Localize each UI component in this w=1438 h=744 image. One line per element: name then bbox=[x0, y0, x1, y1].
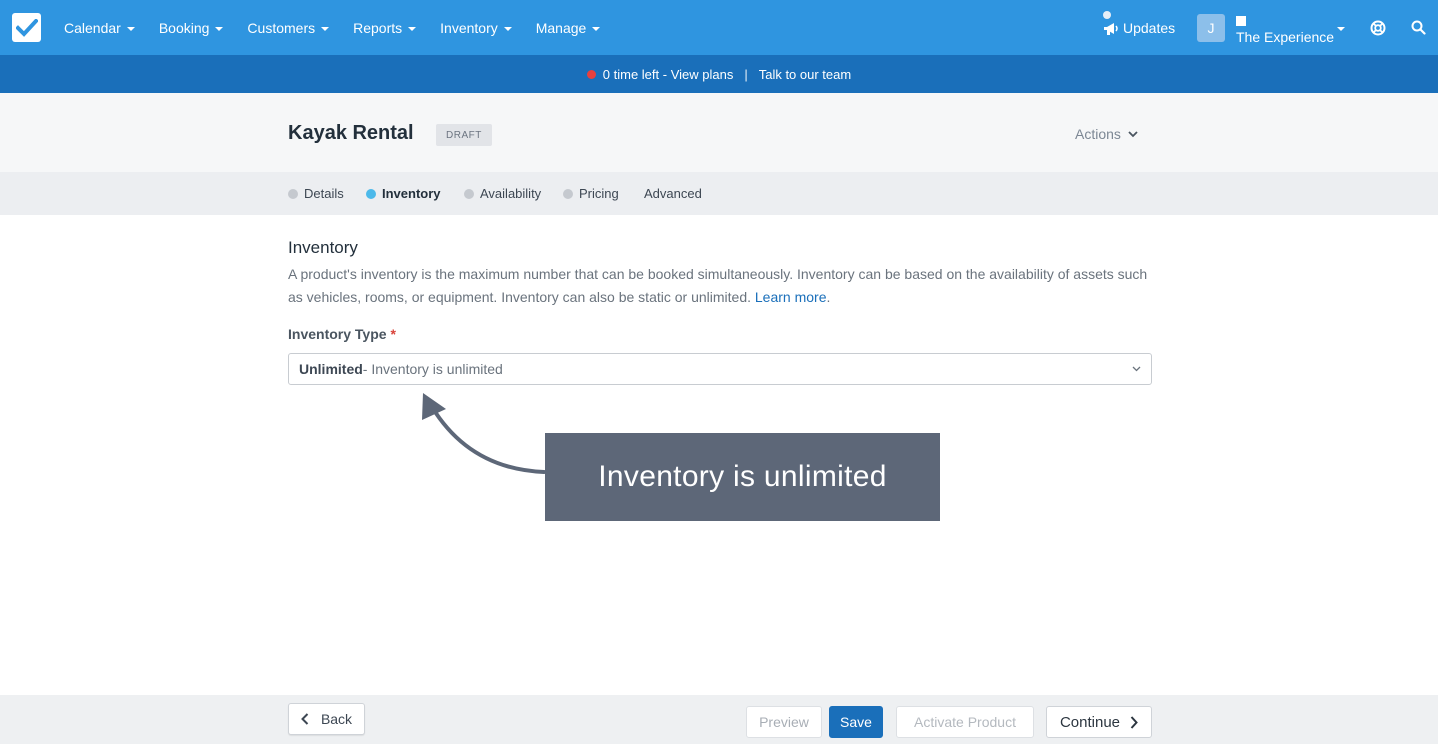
caret-down-icon bbox=[592, 26, 601, 31]
chevron-right-icon bbox=[1130, 715, 1138, 729]
nav-booking[interactable]: Booking bbox=[147, 0, 236, 55]
talk-to-team-link[interactable]: Talk to our team bbox=[759, 67, 852, 82]
step-status-icon bbox=[288, 188, 298, 199]
activate-product-button[interactable]: Activate Product bbox=[896, 706, 1034, 738]
annotation-arrow-icon bbox=[422, 393, 546, 474]
selected-option-description: - Inventory is unlimited bbox=[362, 361, 503, 377]
account-switcher[interactable]: The Experience bbox=[1236, 14, 1334, 45]
chevron-down-icon bbox=[1132, 366, 1141, 372]
section-title: Inventory bbox=[288, 238, 358, 257]
caret-down-icon bbox=[215, 26, 224, 31]
footer-action-bar: Back Preview Save Activate Product Conti… bbox=[0, 695, 1438, 744]
caret-down-icon bbox=[321, 26, 330, 31]
preview-button[interactable]: Preview bbox=[746, 706, 822, 738]
nav-calendar[interactable]: Calendar bbox=[52, 0, 147, 55]
section-description: A product's inventory is the maximum num… bbox=[288, 266, 1148, 305]
selected-option-name: Unlimited bbox=[299, 361, 363, 377]
app-logo[interactable] bbox=[12, 13, 41, 42]
search-icon[interactable] bbox=[1411, 20, 1426, 35]
chevron-down-icon bbox=[1128, 130, 1138, 137]
step-status-icon bbox=[563, 188, 573, 199]
view-plans-link[interactable]: 0 time left - View plans bbox=[603, 67, 734, 82]
account-logo-icon bbox=[1236, 16, 1246, 26]
learn-more-link[interactable]: Learn more bbox=[755, 289, 827, 305]
caret-down-icon bbox=[503, 26, 512, 31]
tab-details[interactable]: Details bbox=[288, 172, 344, 215]
tab-availability[interactable]: Availability bbox=[464, 172, 541, 215]
nav-reports[interactable]: Reports bbox=[341, 0, 428, 55]
product-steps: Details Inventory Availability Pricing A… bbox=[0, 172, 1438, 215]
notification-dot-icon bbox=[1103, 11, 1111, 19]
lifebuoy-help-icon[interactable] bbox=[1370, 20, 1386, 36]
caret-down-icon bbox=[408, 26, 417, 31]
megaphone-icon bbox=[1104, 22, 1118, 35]
required-marker: * bbox=[390, 326, 396, 342]
nav-inventory[interactable]: Inventory bbox=[428, 0, 524, 55]
top-navigation: Calendar Booking Customers Reports Inven… bbox=[0, 0, 1438, 55]
actions-dropdown[interactable]: Actions bbox=[1075, 126, 1138, 142]
step-status-icon bbox=[366, 188, 376, 199]
nav-customers[interactable]: Customers bbox=[235, 0, 341, 55]
step-status-icon bbox=[464, 188, 474, 199]
caret-down-icon[interactable] bbox=[1337, 27, 1345, 31]
updates-button[interactable]: Updates bbox=[1103, 0, 1175, 55]
back-button[interactable]: Back bbox=[288, 703, 365, 735]
inventory-type-select[interactable]: Unlimited - Inventory is unlimited bbox=[288, 353, 1152, 385]
nav-manage[interactable]: Manage bbox=[524, 0, 613, 55]
tab-pricing[interactable]: Pricing bbox=[563, 172, 619, 215]
status-badge: DRAFT bbox=[436, 124, 492, 146]
annotation-callout: Inventory is unlimited bbox=[545, 433, 940, 521]
page-title: Kayak Rental bbox=[288, 122, 414, 144]
chevron-left-icon bbox=[301, 713, 309, 725]
trial-banner: 0 time left - View plans | Talk to our t… bbox=[0, 55, 1438, 93]
status-dot-icon bbox=[586, 69, 596, 79]
continue-button[interactable]: Continue bbox=[1046, 706, 1152, 738]
save-button[interactable]: Save bbox=[829, 706, 883, 738]
tab-advanced[interactable]: Advanced bbox=[644, 172, 702, 215]
main-menu: Calendar Booking Customers Reports Inven… bbox=[52, 0, 612, 55]
caret-down-icon bbox=[126, 26, 135, 31]
banner-separator: | bbox=[744, 66, 748, 82]
inventory-type-label: Inventory Type * bbox=[288, 326, 396, 342]
user-avatar[interactable]: J bbox=[1197, 14, 1225, 42]
checkmark-icon bbox=[15, 18, 38, 37]
product-header: Kayak Rental DRAFT Actions bbox=[0, 93, 1438, 172]
tab-inventory[interactable]: Inventory bbox=[366, 172, 441, 215]
